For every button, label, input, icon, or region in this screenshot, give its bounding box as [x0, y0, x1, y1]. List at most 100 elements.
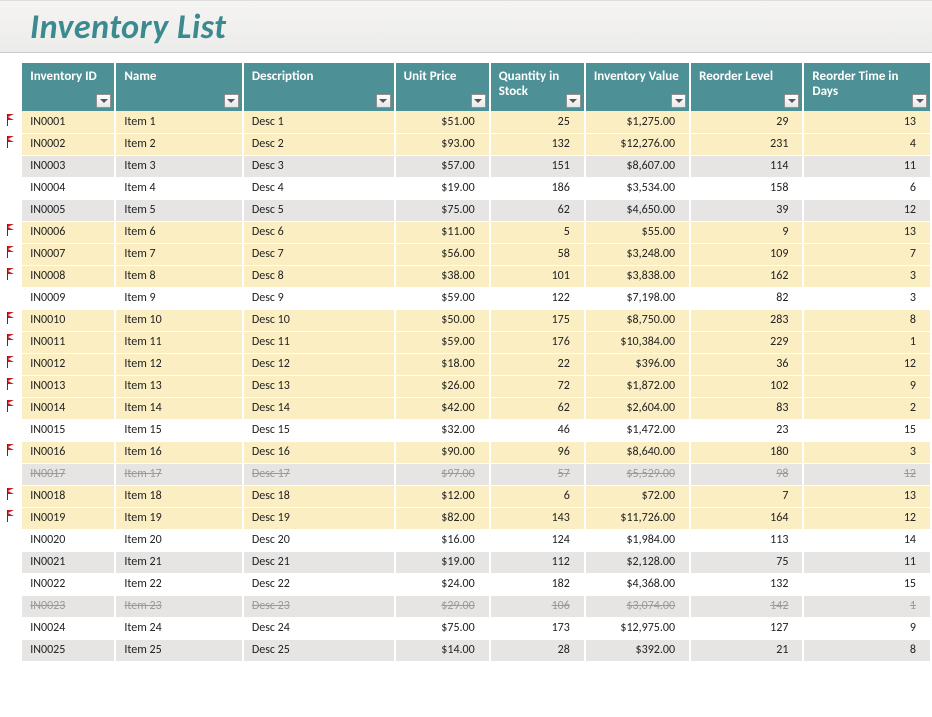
cell-inventory-id[interactable]: IN0010 — [22, 309, 115, 331]
cell-reorder-level[interactable]: 162 — [690, 265, 803, 287]
cell-reorder-time[interactable]: 13 — [803, 485, 931, 507]
cell-value[interactable]: $1,472.00 — [585, 419, 690, 441]
cell-reorder-time[interactable]: 1 — [803, 595, 931, 617]
filter-dropdown-icon[interactable] — [224, 94, 239, 108]
table-row[interactable]: IN0008Item 8Desc 8$38.00101$3,838.001623 — [0, 265, 931, 287]
table-row[interactable]: IN0018Item 18Desc 18$12.006$72.00713 — [0, 485, 931, 507]
cell-value[interactable]: $7,198.00 — [585, 287, 690, 309]
cell-unit-price[interactable]: $24.00 — [395, 573, 490, 595]
cell-unit-price[interactable]: $75.00 — [395, 617, 490, 639]
table-row[interactable]: IN0023Item 23Desc 23$29.00106$3,074.0014… — [0, 595, 931, 617]
filter-dropdown-icon[interactable] — [912, 94, 927, 108]
cell-value[interactable]: $1,275.00 — [585, 111, 690, 133]
cell-unit-price[interactable]: $38.00 — [395, 265, 490, 287]
cell-inventory-id[interactable]: IN0025 — [22, 639, 115, 661]
cell-qty[interactable]: 72 — [490, 375, 585, 397]
cell-reorder-time[interactable]: 8 — [803, 309, 931, 331]
cell-qty[interactable]: 182 — [490, 573, 585, 595]
cell-qty[interactable]: 186 — [490, 177, 585, 199]
cell-qty[interactable]: 57 — [490, 463, 585, 485]
cell-unit-price[interactable]: $19.00 — [395, 177, 490, 199]
cell-description[interactable]: Desc 3 — [243, 155, 395, 177]
header-reorder-time[interactable]: Reorder Time in Days — [803, 63, 931, 111]
cell-reorder-level[interactable]: 229 — [690, 331, 803, 353]
cell-unit-price[interactable]: $29.00 — [395, 595, 490, 617]
cell-qty[interactable]: 22 — [490, 353, 585, 375]
cell-unit-price[interactable]: $97.00 — [395, 463, 490, 485]
table-row[interactable]: IN0009Item 9Desc 9$59.00122$7,198.00823 — [0, 287, 931, 309]
cell-qty[interactable]: 173 — [490, 617, 585, 639]
cell-name[interactable]: Item 1 — [115, 111, 243, 133]
cell-description[interactable]: Desc 2 — [243, 133, 395, 155]
cell-value[interactable]: $3,838.00 — [585, 265, 690, 287]
cell-inventory-id[interactable]: IN0021 — [22, 551, 115, 573]
cell-qty[interactable]: 112 — [490, 551, 585, 573]
cell-name[interactable]: Item 22 — [115, 573, 243, 595]
table-row[interactable]: IN0012Item 12Desc 12$18.0022$396.003612 — [0, 353, 931, 375]
table-row[interactable]: IN0015Item 15Desc 15$32.0046$1,472.00231… — [0, 419, 931, 441]
cell-inventory-id[interactable]: IN0013 — [22, 375, 115, 397]
cell-reorder-time[interactable]: 15 — [803, 419, 931, 441]
cell-reorder-time[interactable]: 6 — [803, 177, 931, 199]
cell-reorder-level[interactable]: 82 — [690, 287, 803, 309]
cell-inventory-id[interactable]: IN0017 — [22, 463, 115, 485]
cell-value[interactable]: $5,529.00 — [585, 463, 690, 485]
filter-dropdown-icon[interactable] — [566, 94, 581, 108]
cell-reorder-level[interactable]: 23 — [690, 419, 803, 441]
cell-name[interactable]: Item 14 — [115, 397, 243, 419]
cell-description[interactable]: Desc 24 — [243, 617, 395, 639]
cell-reorder-time[interactable]: 13 — [803, 111, 931, 133]
cell-qty[interactable]: 25 — [490, 111, 585, 133]
table-row[interactable]: IN0001Item 1Desc 1$51.0025$1,275.002913 — [0, 111, 931, 133]
filter-dropdown-icon[interactable] — [96, 94, 111, 108]
cell-name[interactable]: Item 7 — [115, 243, 243, 265]
cell-reorder-level[interactable]: 29 — [690, 111, 803, 133]
cell-reorder-level[interactable]: 132 — [690, 573, 803, 595]
cell-inventory-id[interactable]: IN0022 — [22, 573, 115, 595]
cell-qty[interactable]: 124 — [490, 529, 585, 551]
table-row[interactable]: IN0024Item 24Desc 24$75.00173$12,975.001… — [0, 617, 931, 639]
cell-unit-price[interactable]: $93.00 — [395, 133, 490, 155]
table-row[interactable]: IN0002Item 2Desc 2$93.00132$12,276.00231… — [0, 133, 931, 155]
cell-description[interactable]: Desc 1 — [243, 111, 395, 133]
cell-reorder-time[interactable]: 3 — [803, 265, 931, 287]
cell-description[interactable]: Desc 4 — [243, 177, 395, 199]
cell-reorder-time[interactable]: 11 — [803, 155, 931, 177]
cell-description[interactable]: Desc 15 — [243, 419, 395, 441]
cell-description[interactable]: Desc 5 — [243, 199, 395, 221]
cell-description[interactable]: Desc 12 — [243, 353, 395, 375]
cell-description[interactable]: Desc 16 — [243, 441, 395, 463]
cell-name[interactable]: Item 12 — [115, 353, 243, 375]
cell-reorder-level[interactable]: 7 — [690, 485, 803, 507]
cell-inventory-id[interactable]: IN0005 — [22, 199, 115, 221]
cell-unit-price[interactable]: $18.00 — [395, 353, 490, 375]
cell-unit-price[interactable]: $32.00 — [395, 419, 490, 441]
cell-unit-price[interactable]: $90.00 — [395, 441, 490, 463]
cell-reorder-level[interactable]: 9 — [690, 221, 803, 243]
cell-name[interactable]: Item 25 — [115, 639, 243, 661]
cell-qty[interactable]: 46 — [490, 419, 585, 441]
cell-unit-price[interactable]: $57.00 — [395, 155, 490, 177]
cell-unit-price[interactable]: $75.00 — [395, 199, 490, 221]
header-reorder-level[interactable]: Reorder Level — [690, 63, 803, 111]
cell-reorder-time[interactable]: 4 — [803, 133, 931, 155]
cell-unit-price[interactable]: $59.00 — [395, 287, 490, 309]
cell-reorder-time[interactable]: 2 — [803, 397, 931, 419]
cell-description[interactable]: Desc 17 — [243, 463, 395, 485]
cell-qty[interactable]: 62 — [490, 397, 585, 419]
cell-description[interactable]: Desc 21 — [243, 551, 395, 573]
table-row[interactable]: IN0013Item 13Desc 13$26.0072$1,872.00102… — [0, 375, 931, 397]
cell-value[interactable]: $4,650.00 — [585, 199, 690, 221]
cell-name[interactable]: Item 21 — [115, 551, 243, 573]
table-row[interactable]: IN0004Item 4Desc 4$19.00186$3,534.001586 — [0, 177, 931, 199]
cell-reorder-time[interactable]: 9 — [803, 375, 931, 397]
cell-unit-price[interactable]: $59.00 — [395, 331, 490, 353]
cell-description[interactable]: Desc 6 — [243, 221, 395, 243]
cell-unit-price[interactable]: $50.00 — [395, 309, 490, 331]
cell-unit-price[interactable]: $42.00 — [395, 397, 490, 419]
table-row[interactable]: IN0017Item 17Desc 17$97.0057$5,529.00981… — [0, 463, 931, 485]
cell-name[interactable]: Item 8 — [115, 265, 243, 287]
cell-qty[interactable]: 101 — [490, 265, 585, 287]
cell-qty[interactable]: 58 — [490, 243, 585, 265]
cell-qty[interactable]: 176 — [490, 331, 585, 353]
